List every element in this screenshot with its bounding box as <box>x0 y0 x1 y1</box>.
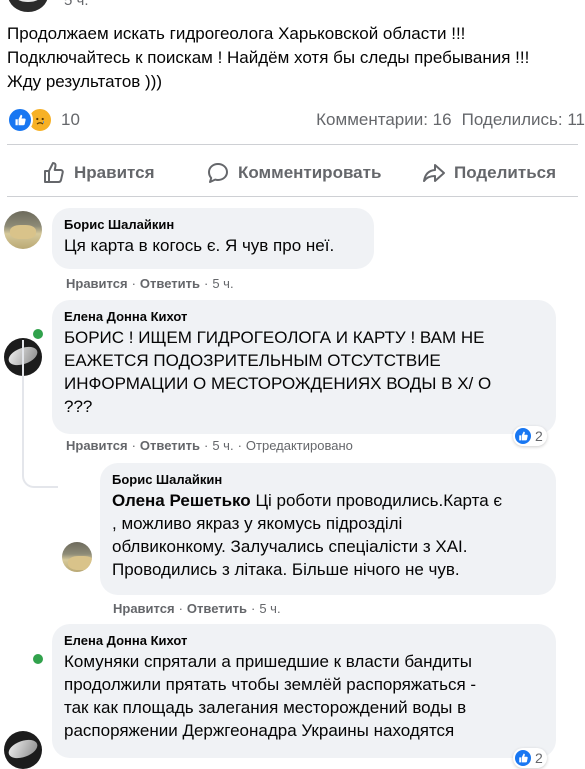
comment-meta: Нравится · Ответить · 5 ч. <box>66 276 234 291</box>
comment-bubble: Елена Донна Кихот Комуняки спрятали а пр… <box>52 624 556 758</box>
share-button[interactable]: Поделиться <box>422 158 556 188</box>
comment-reaction-count: 2 <box>535 750 543 766</box>
comment-edited-label: Отредактировано <box>245 438 353 453</box>
divider <box>7 144 578 145</box>
post-author-avatar[interactable] <box>8 0 48 12</box>
comment-text-line: так как площадь залегания месторождений … <box>64 698 467 717</box>
comment-text-line: Комуняки спрятали а пришедшие к власти б… <box>64 652 472 671</box>
comment-text-line: распоряжении Держгеонадра Украины находя… <box>64 721 455 740</box>
online-status-indicator <box>31 327 45 341</box>
comment-reply-link[interactable]: Ответить <box>187 601 247 616</box>
avatar[interactable] <box>62 542 92 572</box>
reaction-count: 10 <box>61 110 80 129</box>
comment-reaction-count: 2 <box>535 428 543 444</box>
comment-reply-link[interactable]: Ответить <box>140 438 200 453</box>
comment-author[interactable]: Елена Донна Кихот <box>64 308 544 326</box>
post-text-line: Продолжаем искать гидрогеолога Харьковск… <box>7 24 466 43</box>
comment-timestamp[interactable]: 5 ч. <box>212 276 233 291</box>
comment-like-link[interactable]: Нравится <box>66 276 128 291</box>
comment-author[interactable]: Борис Шалайкин <box>64 216 362 234</box>
comment-reaction-badge[interactable]: 2 <box>513 426 547 446</box>
comment-text-line: ЕАЖЕТСЯ ПОДОЗРИТЕЛЬНЫМ ОТСУТСТВИЕ <box>64 351 441 370</box>
like-button-label: Нравится <box>74 163 155 182</box>
shares-count-link[interactable]: Поделились: 11 <box>462 110 585 129</box>
mention-link[interactable]: Олена Решетько <box>112 491 251 510</box>
like-button[interactable]: Нравится <box>42 158 155 188</box>
share-button-label: Поделиться <box>454 163 557 182</box>
comment-bubble: Борис Шалайкин Олена Решетько Ці роботи … <box>100 463 556 595</box>
comment-text-line: БОРИС ! ИЩЕМ ГИДРОГЕОЛОГА И КАРТУ ! ВАМ … <box>64 328 485 347</box>
comment-text: Ця карта в когось є. Я чув про неї. <box>64 236 335 255</box>
comment-text-line: ??? <box>64 397 93 416</box>
share-icon <box>423 164 445 182</box>
post-timestamp[interactable]: 5 ч. <box>64 0 89 9</box>
comment-text-line: , можливо якраз у якомусь підрозділі <box>112 514 403 533</box>
comment-meta: Нравится · Ответить · 5 ч. <box>113 601 281 616</box>
comment-author[interactable]: Елена Донна Кихот <box>64 632 544 650</box>
comment-reaction-badge[interactable]: 2 <box>513 748 547 768</box>
thumbs-up-icon <box>44 162 64 183</box>
avatar[interactable] <box>4 731 42 769</box>
comment-button-label: Комментировать <box>238 163 382 182</box>
comment-author[interactable]: Борис Шалайкин <box>112 471 544 489</box>
comment-bubble: Борис Шалайкин Ця карта в когось є. Я чу… <box>52 208 374 269</box>
post-text: Продолжаем искать гидрогеолога Харьковск… <box>7 22 582 94</box>
post-stats: Комментарии: 16 Поделились: 11 <box>316 110 585 130</box>
post-text-line: Жду результатов ))) <box>7 72 163 91</box>
like-reaction-icon <box>515 750 531 766</box>
comment-text-line: Проводились з літака. Більше нічого не ч… <box>112 560 460 579</box>
avatar[interactable] <box>4 211 42 249</box>
comment-reply-link[interactable]: Ответить <box>140 276 200 291</box>
like-reaction-icon <box>7 107 33 133</box>
comment-text-line: продолжили прятать чтобы землёй распоряж… <box>64 675 477 694</box>
post-text-line: Подключайтесь к поискам ! Найдём хотя бы… <box>7 48 530 67</box>
comments-count-link[interactable]: Комментарии: 16 <box>316 110 451 129</box>
like-reaction-icon <box>515 428 531 444</box>
comment-button[interactable]: Комментировать <box>206 158 381 188</box>
comment-like-link[interactable]: Нравится <box>66 438 128 453</box>
comment-meta: Нравится · Ответить · 5 ч. · Отредактировано <box>66 438 353 453</box>
comment-text-line: ИНФОРМАЦИИ О МЕСТОРОЖДЕНИЯХ ВОДЫ В Х/ О <box>64 374 492 393</box>
reaction-summary[interactable]: 10 <box>7 107 80 133</box>
online-status-indicator <box>31 652 45 666</box>
comment-like-link[interactable]: Нравится <box>113 601 175 616</box>
comment-timestamp[interactable]: 5 ч. <box>259 601 280 616</box>
divider <box>7 196 578 197</box>
comment-text-line: облвиконкому. Залучались спеціалісти з Х… <box>112 537 468 556</box>
comment-icon <box>208 163 228 183</box>
comment-bubble: Елена Донна Кихот БОРИС ! ИЩЕМ ГИДРОГЕОЛ… <box>52 300 556 434</box>
comment-text-line: Ці роботи проводились.Карта є <box>255 491 503 510</box>
comment-timestamp[interactable]: 5 ч. <box>212 438 233 453</box>
thread-connector <box>22 340 58 488</box>
